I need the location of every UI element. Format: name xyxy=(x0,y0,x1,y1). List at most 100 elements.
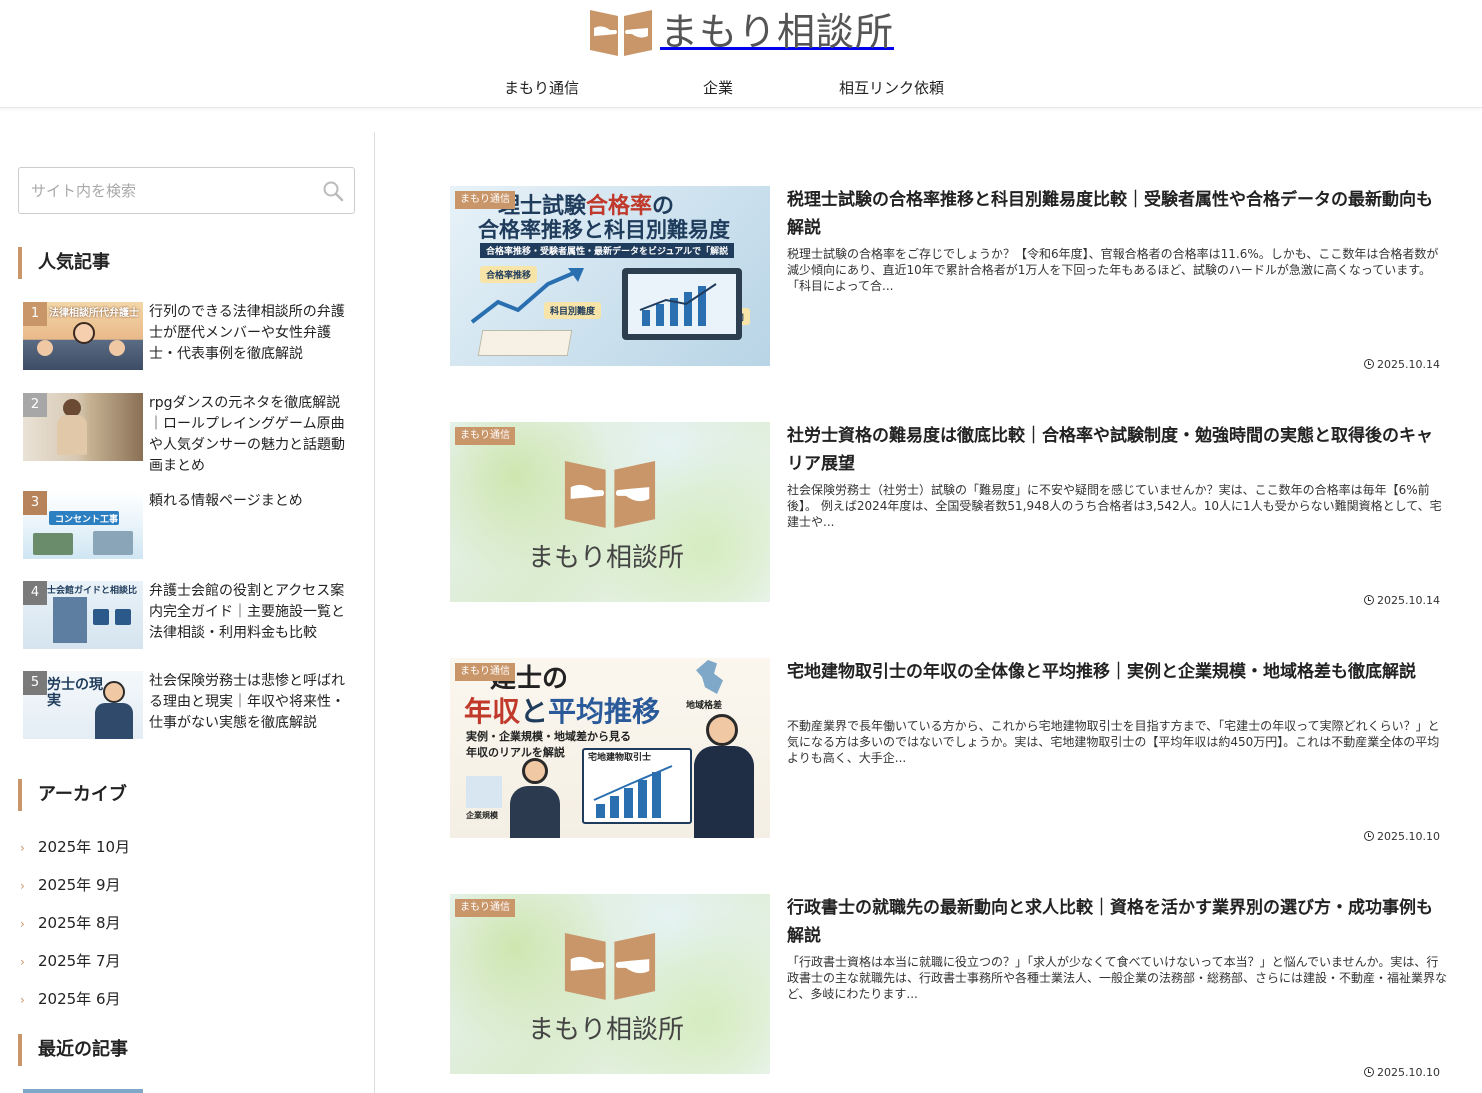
thumb-tag: 企業規模 xyxy=(466,811,498,820)
article-card[interactable]: まもり相談所 まもり通信 社労士資格の難易度は徹底比較｜合格率や試験制度・勉強時… xyxy=(450,422,1450,612)
category-badge: まもり通信 xyxy=(455,427,515,445)
popular-item[interactable]: 法律相談所代弁護士 1 行列のできる法律相談所の弁護士が歴代メンバーや女性弁護士… xyxy=(23,302,353,370)
article-title: 行政書士の就職先の最新動向と求人比較｜資格を活かす業界別の選び方・成功事例も解説 xyxy=(787,898,1433,946)
archive-item[interactable]: › 2025年 9月 xyxy=(20,875,121,896)
archive-widget-title: アーカイブ xyxy=(18,779,127,811)
article-title: 宅地建物取引士の年収の全体像と平均推移｜実例と企業規模・地域格差も徹底解説 xyxy=(787,662,1416,682)
archive-item[interactable]: › 2025年 6月 xyxy=(20,989,121,1010)
category-badge: まもり通信 xyxy=(455,899,515,917)
category-badge: まもり通信 xyxy=(455,191,515,209)
popular-item[interactable]: 士会館ガイドと相談比 4 弁護士会館の役割とアクセス案内完全ガイド｜主要施設一覧… xyxy=(23,581,353,649)
nav-item-link-request[interactable]: 相互リンク依頼 xyxy=(839,78,944,98)
date-text: 2025.10.10 xyxy=(1377,1066,1440,1079)
search-input[interactable] xyxy=(19,168,309,213)
sign-icon xyxy=(93,609,109,625)
search-icon[interactable] xyxy=(322,180,344,202)
person-illustration xyxy=(95,703,133,739)
article-thumbnail: 理士試験合格率の 合格率推移と科目別難易度 合格率推移・受験者属性・最新データを… xyxy=(450,186,770,366)
article-date: 2025.10.14 xyxy=(1364,594,1440,607)
popular-item[interactable]: 労士の現実 5 社会保険労務士は悲惨と呼ばれる理由と現実｜年収や将来性・仕事がな… xyxy=(23,671,353,739)
woman-illustration xyxy=(510,786,560,838)
article-card[interactable]: 建士の 年収と平均推移 実例・企業規模・地域差から見る 年収のリアルを解説 地域… xyxy=(450,658,1450,848)
clock-icon xyxy=(1364,595,1375,605)
rank-badge: 5 xyxy=(23,671,47,695)
popular-thumbnail: 法律相談所代弁護士 1 xyxy=(23,302,143,370)
archive-label: 2025年 8月 xyxy=(38,914,121,932)
rank-badge: 1 xyxy=(23,302,47,326)
japan-map-icon xyxy=(696,660,723,694)
bar-chart-icon xyxy=(639,283,717,326)
popular-item-title: 弁護士会館の役割とアクセス案内完全ガイド｜主要施設一覧と法律相談・利用料金も比較 xyxy=(149,583,345,641)
article-title: 社労士資格の難易度は徹底比較｜合格率や試験制度・勉強時間の実態と取得後のキャリア… xyxy=(787,426,1433,474)
person-illustration xyxy=(109,340,125,356)
rank-badge: 3 xyxy=(23,491,47,515)
article-date: 2025.10.10 xyxy=(1364,1066,1440,1079)
article-card[interactable]: まもり相談所 まもり通信 行政書士の就職先の最新動向と求人比較｜資格を活かす業界… xyxy=(450,894,1450,1084)
date-text: 2025.10.14 xyxy=(1377,594,1440,607)
recent-thumbnail-partial xyxy=(23,1089,143,1093)
man-illustration xyxy=(706,714,738,746)
archive-item[interactable]: › 2025年 8月 xyxy=(20,913,121,934)
main-nav: まもり通信 企業 相互リンク依頼 xyxy=(0,78,1482,102)
popular-item[interactable]: 2 rpgダンスの元ネタを徹底解説｜ロールプレイングゲーム原曲や人気ダンサーの魅… xyxy=(23,393,353,477)
popular-item-title: 行列のできる法律相談所の弁護士が歴代メンバーや女性弁護士・代表事例を徹底解説 xyxy=(149,304,345,362)
thumb-logo-text: まもり相談所 xyxy=(528,543,685,573)
chevron-right-icon: › xyxy=(20,879,25,893)
book-hands-logo-icon xyxy=(588,6,654,58)
chevron-right-icon: › xyxy=(20,993,25,1007)
site-name: まもり相談所 xyxy=(660,10,895,54)
info-icon xyxy=(115,609,131,625)
person-illustration xyxy=(103,681,125,703)
nav-item-mamori-tsushin[interactable]: まもり通信 xyxy=(504,78,579,98)
bar-chart-icon xyxy=(593,765,673,818)
thumb-heading: 年収と平均推移 xyxy=(464,695,661,728)
popular-thumbnail: 2 xyxy=(23,393,143,461)
thumb-subtitle: 実例・企業規模・地域差から見る xyxy=(466,730,631,743)
search-box xyxy=(18,167,355,214)
chevron-right-icon: › xyxy=(20,917,25,931)
date-text: 2025.10.10 xyxy=(1377,830,1440,843)
thumb-caption: 法律相談所代弁護士 xyxy=(49,308,139,319)
rank-badge: 4 xyxy=(23,581,47,605)
article-title: 税理士試験の合格率推移と科目別難易度比較｜受験者属性や合格データの最新動向も解説 xyxy=(787,190,1433,238)
thumb-caption: 士会館ガイドと相談比 xyxy=(47,586,138,596)
person-illustration xyxy=(37,340,53,356)
building-icon xyxy=(466,776,502,808)
chevron-right-icon: › xyxy=(20,841,25,855)
nav-item-kigyo[interactable]: 企業 xyxy=(703,78,733,98)
thumb-tag: 宅地建物取引士 xyxy=(588,753,652,763)
popular-item[interactable]: コンセント工事 3 頼れる情報ページまとめ xyxy=(23,491,353,559)
thumb-heading: 合格率推移と科目別難易度 xyxy=(478,218,730,242)
popular-thumbnail: 士会館ガイドと相談比 4 xyxy=(23,581,143,649)
trend-arrow-icon xyxy=(470,268,584,324)
archive-item[interactable]: › 2025年 10月 xyxy=(20,837,130,858)
article-thumbnail: まもり相談所 まもり通信 xyxy=(450,422,770,602)
book-illustration xyxy=(477,330,573,356)
article-snippet: 不動産業界で長年働いている方から、これから宅地建物取引士を目指す方まで、「宅建士… xyxy=(787,719,1440,765)
article-date: 2025.10.14 xyxy=(1364,358,1440,371)
rank-badge: 2 xyxy=(23,393,47,417)
recent-widget-title: 最近の記事 xyxy=(18,1034,128,1066)
building-illustration xyxy=(53,597,87,643)
clock-icon xyxy=(1364,831,1375,841)
article-date: 2025.10.10 xyxy=(1364,830,1440,843)
chevron-right-icon: › xyxy=(20,955,25,969)
article-snippet: 「行政書士資格は本当に就職に役立つの？」「求人が少なくて食べていけないって本当？… xyxy=(787,955,1448,1001)
sidebar: 人気記事 法律相談所代弁護士 1 行列のできる法律相談所の弁護士が歴代メンバーや… xyxy=(0,132,375,1093)
woman-illustration xyxy=(522,758,548,784)
site-logo[interactable]: まもり相談所 xyxy=(588,6,894,58)
archive-item[interactable]: › 2025年 7月 xyxy=(20,951,121,972)
article-snippet: 税理士試験の合格率をご存じでしょうか？【令和6年度】、官報合格者の合格率は11.… xyxy=(787,247,1439,293)
article-card[interactable]: 理士試験合格率の 合格率推移と科目別難易度 合格率推移・受験者属性・最新データを… xyxy=(450,186,1450,376)
popular-thumbnail: 労士の現実 5 xyxy=(23,671,143,739)
popular-item-title: 頼れる情報ページまとめ xyxy=(149,493,303,509)
archive-label: 2025年 9月 xyxy=(38,876,121,894)
thumb-caption: コンセント工事 xyxy=(55,515,119,525)
thumb-logo-text: まもり相談所 xyxy=(528,1015,685,1045)
dancer-illustration xyxy=(57,415,87,455)
book-hands-logo-icon xyxy=(564,933,656,1000)
archive-label: 2025年 10月 xyxy=(38,838,131,856)
thumb-subtitle: 合格率推移・受験者属性・最新データをビジュアルで「解説 xyxy=(480,243,735,258)
photo-shape xyxy=(33,533,73,555)
popular-item-title: 社会保険労務士は悲惨と呼ばれる理由と現実｜年収や将来性・仕事がない実態を徹底解説 xyxy=(149,673,345,731)
